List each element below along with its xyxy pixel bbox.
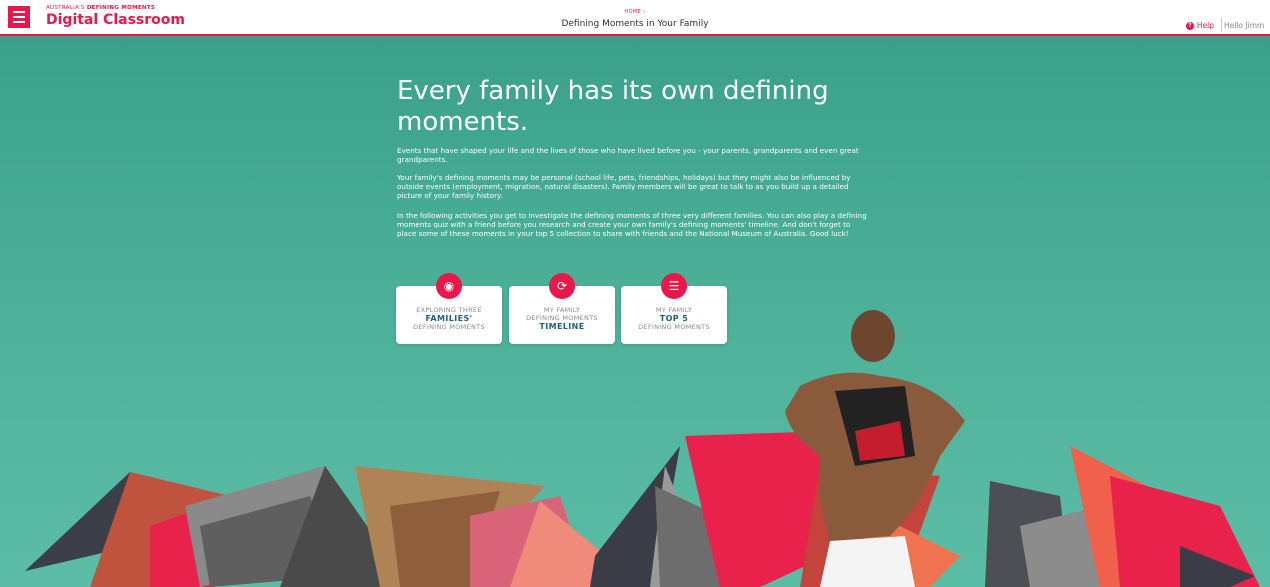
hero-heading: Every family has its own defining moment… [397, 76, 829, 137]
page-title: Defining Moments in Your Family [561, 19, 709, 29]
family-top5-card[interactable]: ☰ MY FAMILY TOP 5 DEFINING MOMENTS [621, 273, 727, 344]
intro-paragraph: Your family's defining moments may be pe… [397, 173, 851, 200]
card-label: MY FAMILY [543, 306, 581, 314]
card-title: TIMELINE [539, 322, 585, 331]
card-label: DEFINING MOMENTS [526, 314, 598, 322]
top-bar: AUSTRALIA'S DEFINING MOMENTS Digital Cla… [0, 0, 1270, 36]
card-label: DEFINING MOMENTS [638, 323, 710, 331]
exploring-families-card[interactable]: ◉ EXPLORING THREE FAMILIES' DEFINING MOM… [396, 273, 502, 344]
breadcrumb-home[interactable]: HOME › [0, 9, 1270, 15]
card-label: MY FAMILY [655, 306, 693, 314]
help-icon: ? [1185, 21, 1194, 30]
card-title: TOP 5 [659, 314, 689, 323]
hero-section: Every family has its own defining moment… [0, 36, 1270, 587]
intro-paragraph: Events that have shaped your life and th… [397, 146, 859, 164]
family-timeline-card[interactable]: ⟳ MY FAMILY DEFINING MOMENTS TIMELINE [509, 273, 615, 344]
help-link[interactable]: ? Help [1185, 21, 1214, 30]
card-label: DEFINING MOMENTS [413, 323, 485, 331]
help-label: Help [1196, 21, 1214, 30]
layers-icon: ☰ [661, 273, 687, 299]
intro-paragraph: In the following activities you get to i… [397, 211, 867, 238]
user-greeting[interactable]: Hello Jimm [1224, 21, 1270, 30]
card-title: FAMILIES' [425, 314, 473, 323]
people-icon: ◉ [436, 273, 462, 299]
header-divider [1221, 18, 1222, 32]
timeline-icon: ⟳ [549, 273, 575, 299]
card-label: EXPLORING THREE [416, 306, 482, 314]
